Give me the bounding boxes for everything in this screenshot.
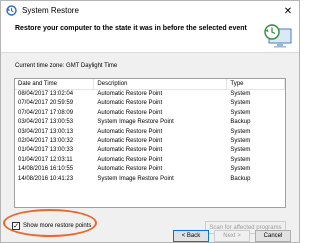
- table-row[interactable]: 01/04/2017 12:03:11 Automatic Restore Po…: [15, 156, 285, 165]
- table-row[interactable]: 07/04/2017 17:08:09 Automatic Restore Po…: [15, 109, 285, 118]
- cell-type: Backup: [230, 175, 251, 182]
- next-button[interactable]: Next >: [214, 230, 250, 242]
- cell-date: 01/04/2017 12:03:11: [18, 156, 73, 163]
- cell-type: System: [230, 91, 251, 97]
- cell-date: 08/04/2017 13:02:04: [18, 91, 74, 97]
- cell-date: 02/04/2017 13:00:32: [18, 137, 74, 144]
- title-bar[interactable]: System Restore ✕: [1, 1, 299, 21]
- timezone-label: Current time zone: GMT Daylight Time: [15, 63, 118, 69]
- column-header-date[interactable]: Date and Time: [15, 79, 95, 89]
- cell-description: System Image Restore Point: [97, 175, 174, 182]
- header-panel: Restore your computer to the state it wa…: [1, 21, 299, 53]
- cell-type: System: [230, 147, 251, 154]
- cell-description: Automatic Restore Point: [97, 128, 163, 135]
- table-row[interactable]: 03/04/2017 13:00:53 System Image Restore…: [15, 118, 285, 127]
- cell-description: Automatic Restore Point: [97, 91, 163, 97]
- cell-description: Automatic Restore Point: [97, 137, 163, 144]
- table-row[interactable]: 03/04/2017 13:00:13 Automatic Restore Po…: [15, 128, 285, 137]
- list-header: Date and Time Description Type: [15, 79, 285, 90]
- cell-description: Automatic Restore Point: [97, 109, 163, 116]
- table-row[interactable]: 14/08/2016 16:10:55 Automatic Restore Po…: [15, 165, 285, 174]
- column-header-description[interactable]: Description: [94, 79, 228, 89]
- window-title: System Restore: [22, 6, 79, 15]
- cell-date: 14/08/2016 16:10:55: [18, 166, 74, 173]
- cell-date: 01/04/2017 13:00:33: [18, 147, 74, 154]
- cell-date: 03/04/2017 13:00:13: [18, 128, 74, 135]
- close-button[interactable]: ✕: [281, 4, 295, 18]
- cell-description: Automatic Restore Point: [97, 156, 163, 163]
- cell-description: Automatic Restore Point: [97, 100, 163, 107]
- column-header-type[interactable]: Type: [227, 79, 285, 89]
- cell-type: System: [230, 128, 251, 135]
- cell-date: 07/04/2017 20:59:59: [18, 100, 74, 107]
- show-more-restore-points[interactable]: ✓ Show more restore points: [12, 222, 91, 230]
- back-button[interactable]: < Back: [173, 230, 209, 242]
- table-row[interactable]: 14/08/2016 10:41:23 System Image Restore…: [15, 175, 285, 184]
- table-row[interactable]: 02/04/2017 13:00:32 Automatic Restore Po…: [15, 137, 285, 146]
- cell-date: 03/04/2017 13:00:53: [18, 119, 74, 126]
- cell-description: System Image Restore Point: [97, 119, 174, 126]
- table-row[interactable]: 07/04/2017 20:59:59 Automatic Restore Po…: [15, 99, 285, 108]
- cell-description: Automatic Restore Point: [97, 166, 163, 173]
- cell-type: Backup: [230, 119, 251, 126]
- cell-date: 07/04/2017 17:08:09: [18, 109, 74, 116]
- restore-points-list[interactable]: Date and Time Description Type 08/04/201…: [14, 78, 286, 208]
- cell-description: Automatic Restore Point: [97, 147, 163, 154]
- table-row[interactable]: 08/04/2017 13:02:04 Automatic Restore Po…: [15, 90, 285, 99]
- show-more-checkbox[interactable]: ✓: [12, 222, 20, 230]
- cell-type: System: [230, 109, 251, 116]
- table-row[interactable]: 01/04/2017 13:00:33 Automatic Restore Po…: [15, 146, 285, 155]
- page-title: Restore your computer to the state it wa…: [15, 25, 247, 32]
- cell-type: System: [230, 100, 251, 107]
- cell-type: System: [230, 166, 251, 173]
- cell-type: System: [230, 156, 251, 163]
- cancel-button[interactable]: Cancel: [255, 230, 291, 242]
- restore-monitor-icon: [264, 24, 292, 48]
- cell-type: System: [230, 137, 251, 144]
- system-restore-icon: [6, 5, 17, 16]
- show-more-label[interactable]: Show more restore points: [23, 223, 91, 229]
- cell-date: 14/08/2016 10:41:23: [18, 175, 74, 182]
- system-restore-window: System Restore ✕ Restore your computer t…: [0, 0, 300, 243]
